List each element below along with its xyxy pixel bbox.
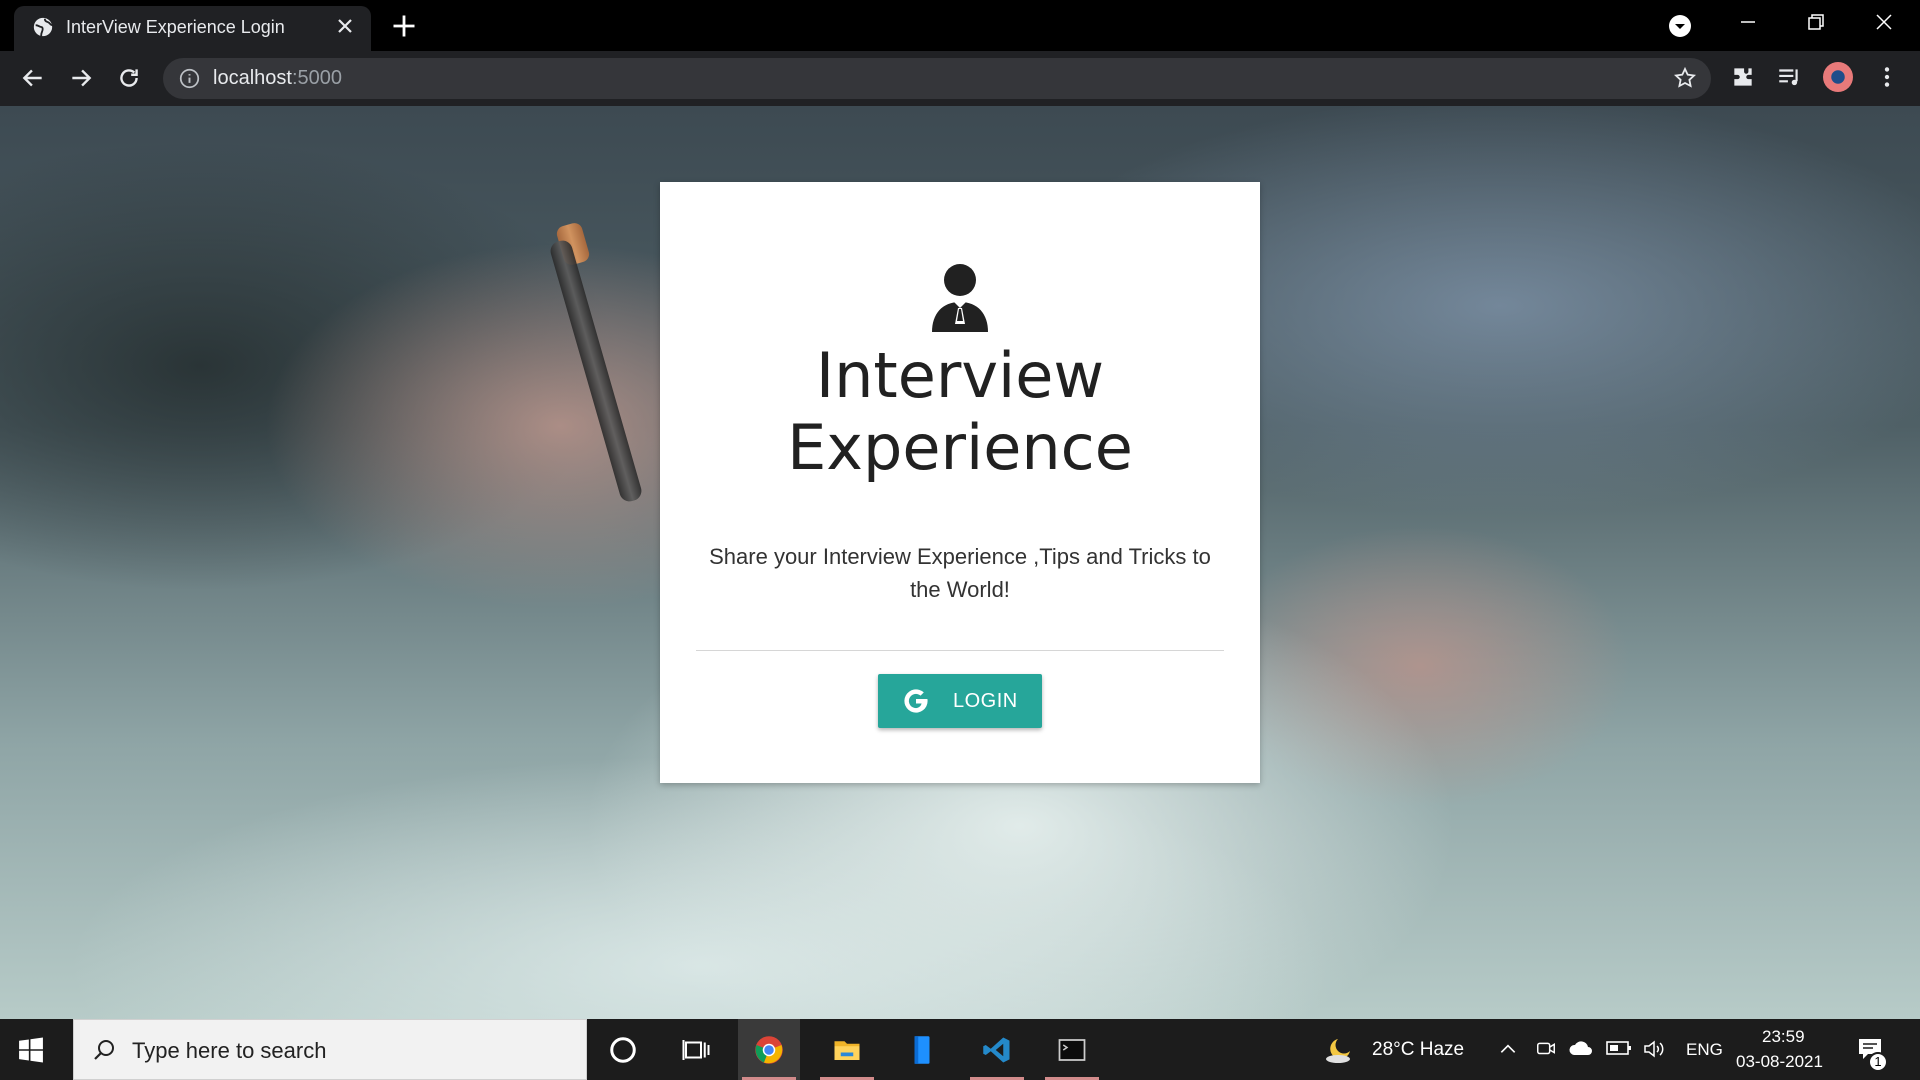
- chevron-up-icon[interactable]: [1498, 1039, 1518, 1059]
- battery-icon[interactable]: [1606, 1038, 1632, 1058]
- businessman-icon: [932, 264, 988, 332]
- window-close-icon[interactable]: [1872, 10, 1896, 34]
- onedrive-cloud-icon[interactable]: [1568, 1037, 1594, 1059]
- folder-icon: [834, 1041, 860, 1060]
- taskbar-search-placeholder: Type here to search: [132, 1038, 327, 1063]
- taskbar-file-explorer[interactable]: [816, 1019, 878, 1080]
- media-queue-icon[interactable]: [1776, 64, 1802, 90]
- terminal-icon: [1058, 1039, 1086, 1061]
- task-view-button[interactable]: [665, 1019, 727, 1080]
- taskbar-vscode[interactable]: [966, 1019, 1028, 1080]
- forward-icon[interactable]: [68, 65, 94, 91]
- language-indicator[interactable]: ENG: [1686, 1040, 1723, 1060]
- info-icon[interactable]: [179, 68, 200, 89]
- taskbar: Type here to search 28°C Haze ENG 23:59 …: [0, 1019, 1920, 1080]
- taskbar-notepad-app[interactable]: [891, 1019, 953, 1080]
- profile-icon: [1831, 70, 1845, 84]
- page-title: Interview Experience: [660, 340, 1260, 484]
- close-icon[interactable]: [333, 14, 357, 38]
- notification-count-badge: 1: [1868, 1052, 1888, 1072]
- search-icon: [94, 1040, 114, 1060]
- vscode-icon: [983, 1037, 1010, 1063]
- taskbar-search-box[interactable]: Type here to search: [73, 1019, 587, 1080]
- bookmark-star-icon[interactable]: [1673, 66, 1697, 90]
- divider: [696, 650, 1224, 651]
- taskbar-terminal[interactable]: [1041, 1019, 1103, 1080]
- moon-cloud-weather-icon[interactable]: [1324, 1035, 1356, 1065]
- clock-time[interactable]: 23:59: [1762, 1027, 1805, 1047]
- browser-toolbar: localhost:5000: [0, 51, 1920, 106]
- google-icon: [904, 689, 928, 713]
- login-card: Interview Experience Share your Intervie…: [660, 182, 1260, 783]
- title-line-2: Experience: [787, 411, 1133, 484]
- restore-icon[interactable]: [1804, 10, 1828, 34]
- tagline: Share your Interview Experience ,Tips an…: [709, 544, 1211, 602]
- browser-tab[interactable]: InterView Experience Login: [14, 6, 371, 51]
- login-label: LOGIN: [953, 690, 1018, 712]
- address-bar[interactable]: localhost:5000: [163, 58, 1711, 99]
- profile-avatar[interactable]: [1823, 62, 1853, 92]
- tab-title: InterView Experience Login: [66, 17, 285, 37]
- clock-date[interactable]: 03-08-2021: [1736, 1052, 1823, 1072]
- url-port: :5000: [291, 67, 342, 89]
- chrome-icon: [755, 1036, 783, 1064]
- task-view-icon: [682, 1040, 710, 1060]
- extensions-icon[interactable]: [1730, 64, 1756, 90]
- meet-now-icon[interactable]: [1535, 1037, 1557, 1059]
- back-icon[interactable]: [20, 65, 46, 91]
- globe-icon: [33, 17, 53, 37]
- windows-start-icon[interactable]: [18, 1037, 44, 1063]
- browser-tabbar: InterView Experience Login: [0, 0, 1920, 51]
- google-login-button[interactable]: LOGIN: [878, 674, 1042, 728]
- url-host: localhost: [213, 67, 292, 89]
- title-line-1: Interview: [815, 339, 1105, 412]
- tab-search-icon[interactable]: [1668, 14, 1692, 38]
- address-url: localhost:5000: [213, 67, 342, 90]
- background-photo-pen: [548, 238, 644, 504]
- page-background: Interview Experience Share your Intervie…: [0, 106, 1920, 1019]
- minimize-icon[interactable]: [1736, 10, 1760, 34]
- cortana-icon: [610, 1037, 636, 1063]
- weather-text[interactable]: 28°C Haze: [1372, 1039, 1464, 1061]
- more-menu-icon[interactable]: [1874, 64, 1900, 90]
- notebook-icon: [914, 1036, 930, 1064]
- reload-icon[interactable]: [116, 65, 142, 91]
- cortana-button[interactable]: [592, 1019, 654, 1080]
- speaker-icon[interactable]: [1642, 1037, 1666, 1061]
- new-tab-icon[interactable]: [390, 12, 418, 40]
- taskbar-chrome[interactable]: [738, 1019, 800, 1080]
